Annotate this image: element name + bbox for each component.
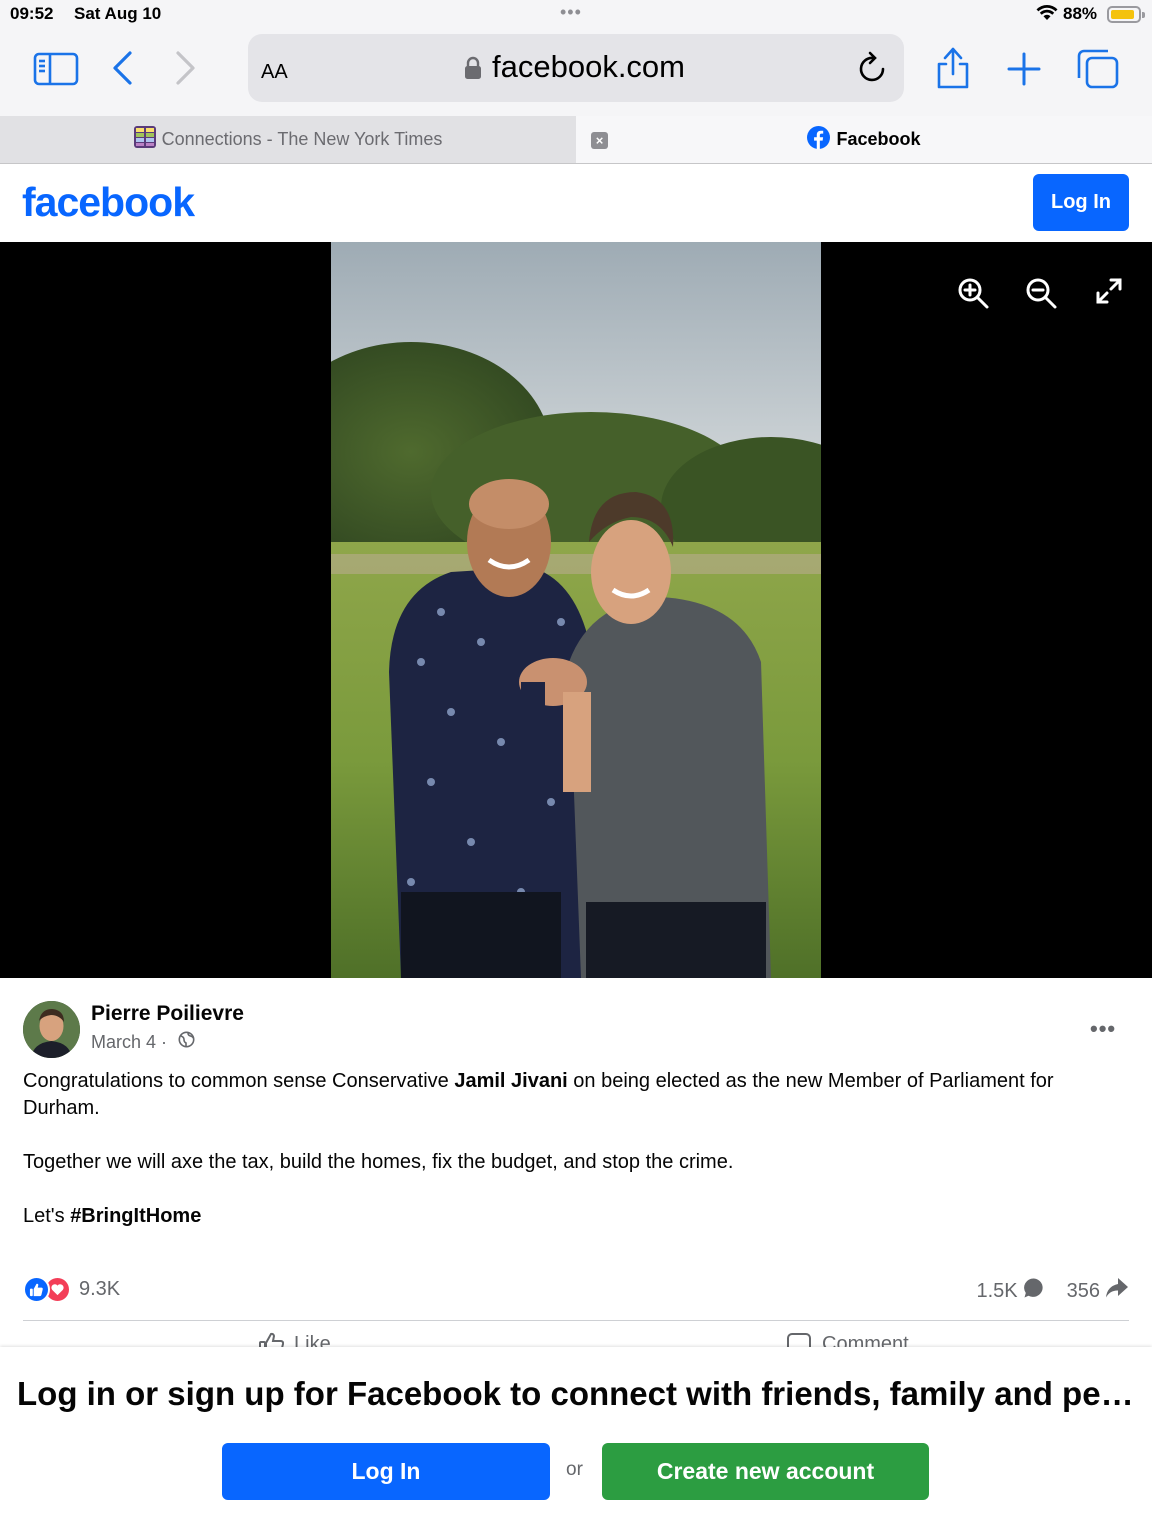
battery-percent: 88%	[1063, 4, 1098, 23]
mention-jamil-jivani[interactable]: Jamil Jivani	[454, 1070, 567, 1092]
status-bar: 09:52 Sat Aug 10 ••• 88%	[0, 0, 1152, 30]
post-divider	[23, 1320, 1129, 1321]
status-date: Sat Aug 10	[74, 4, 162, 23]
post-text: Congratulations to common sense Conserva…	[23, 1068, 1129, 1257]
prompt-or-label: or	[566, 1459, 583, 1480]
forward-icon[interactable]	[172, 50, 198, 91]
status-time: 09:52	[10, 4, 54, 23]
zoom-in-icon[interactable]	[956, 276, 990, 315]
post-stats: 1.5K 356	[976, 1277, 1129, 1305]
battery-icon	[1107, 6, 1145, 23]
share-icon[interactable]	[934, 44, 972, 95]
new-tab-icon[interactable]	[1005, 50, 1043, 93]
login-prompt: Log in or sign up for Facebook to connec…	[0, 1347, 1152, 1536]
lock-icon	[464, 56, 482, 85]
back-icon[interactable]	[110, 50, 136, 91]
post: Pierre Poilievre March 4 · ••• Congratul…	[0, 978, 1152, 1355]
battery-level	[1111, 10, 1134, 19]
reaction-count: 9.3K	[79, 1278, 121, 1300]
globe-icon	[178, 1031, 195, 1053]
tab-strip: Connections - The New York Times Faceboo…	[0, 116, 1152, 164]
tab-facebook[interactable]: Facebook	[576, 116, 1152, 163]
prompt-login-button[interactable]: Log In	[222, 1443, 550, 1500]
reaction-summary[interactable]: 9.3K	[23, 1276, 120, 1303]
facebook-header: facebook Log In	[0, 164, 1152, 242]
comment-count[interactable]: 1.5K	[976, 1280, 1017, 1303]
wifi-icon	[1036, 5, 1058, 26]
facebook-logo[interactable]: facebook	[22, 179, 195, 226]
post-paragraph-2: Together we will axe the tax, build the …	[23, 1151, 734, 1173]
post-paragraph-1: Congratulations to common sense Conserva…	[23, 1070, 1054, 1119]
prompt-title: Log in or sign up for Facebook to connec…	[17, 1375, 1135, 1412]
nyt-connections-icon	[133, 126, 156, 153]
photo-viewer	[0, 242, 1152, 978]
post-author[interactable]: Pierre Poilievre	[91, 1002, 244, 1026]
avatar[interactable]	[23, 1001, 80, 1058]
meta-separator: ·	[156, 1031, 173, 1052]
post-paragraph-3: Let's #BringItHome	[23, 1205, 202, 1227]
share-arrow-icon	[1105, 1277, 1129, 1305]
text-size-button[interactable]: AA	[261, 54, 288, 85]
post-photo[interactable]	[331, 242, 821, 978]
reload-icon[interactable]	[858, 50, 888, 89]
browser-toolbar: AA facebook.com	[0, 30, 1152, 116]
tab-connections[interactable]: Connections - The New York Times	[0, 116, 576, 163]
post-date[interactable]: March 4	[91, 1032, 156, 1053]
sidebar-icon[interactable]	[33, 52, 79, 91]
multitasking-dots-icon[interactable]: •••	[560, 2, 582, 23]
header-login-button[interactable]: Log In	[1033, 174, 1129, 231]
url-text: facebook.com	[492, 49, 685, 84]
tab-connections-label: Connections - The New York Times	[161, 129, 443, 149]
share-count[interactable]: 356	[1067, 1280, 1100, 1303]
facebook-icon	[807, 125, 831, 154]
address-bar[interactable]: AA facebook.com	[248, 34, 904, 102]
close-tab-icon[interactable]: ×	[591, 132, 608, 149]
create-account-button[interactable]: Create new account	[602, 1443, 929, 1500]
zoom-out-icon[interactable]	[1024, 276, 1058, 315]
comment-bubble-icon	[1023, 1277, 1045, 1305]
tab-facebook-label: Facebook	[836, 129, 921, 149]
like-reaction-icon	[23, 1276, 50, 1303]
post-more-options-icon[interactable]: •••	[1090, 1016, 1116, 1042]
post-meta: March 4 ·	[91, 1031, 195, 1053]
hashtag-link[interactable]: #BringItHome	[70, 1205, 201, 1227]
fullscreen-icon[interactable]	[1094, 276, 1124, 311]
tab-overview-icon[interactable]	[1076, 48, 1120, 95]
